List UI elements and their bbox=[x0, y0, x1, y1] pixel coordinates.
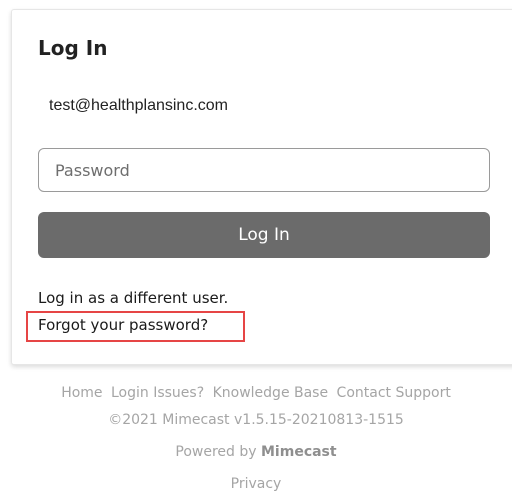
login-title: Log In bbox=[38, 36, 108, 60]
highlight-box bbox=[26, 311, 245, 342]
footer-link-login-issues[interactable]: Login Issues? bbox=[111, 385, 204, 401]
password-input[interactable] bbox=[38, 148, 490, 192]
copyright-text: ©2021 Mimecast v1.5.15-20210813-1515 bbox=[108, 412, 404, 428]
powered-by-prefix: Powered by bbox=[175, 444, 257, 460]
footer-link-contact-support[interactable]: Contact Support bbox=[337, 385, 451, 401]
powered-by-brand: Mimecast bbox=[261, 444, 337, 460]
different-user-link[interactable]: Log in as a different user. bbox=[38, 289, 228, 307]
footer-link-knowledge-base[interactable]: Knowledge Base bbox=[213, 385, 329, 401]
user-email: test@healthplansinc.com bbox=[49, 97, 228, 114]
powered-by: Powered by Mimecast bbox=[0, 444, 512, 460]
footer-links: Home Login Issues? Knowledge Base Contac… bbox=[0, 385, 512, 401]
login-button[interactable]: Log In bbox=[38, 212, 490, 258]
footer-link-home[interactable]: Home bbox=[61, 385, 102, 401]
privacy-link[interactable]: Privacy bbox=[0, 476, 512, 492]
